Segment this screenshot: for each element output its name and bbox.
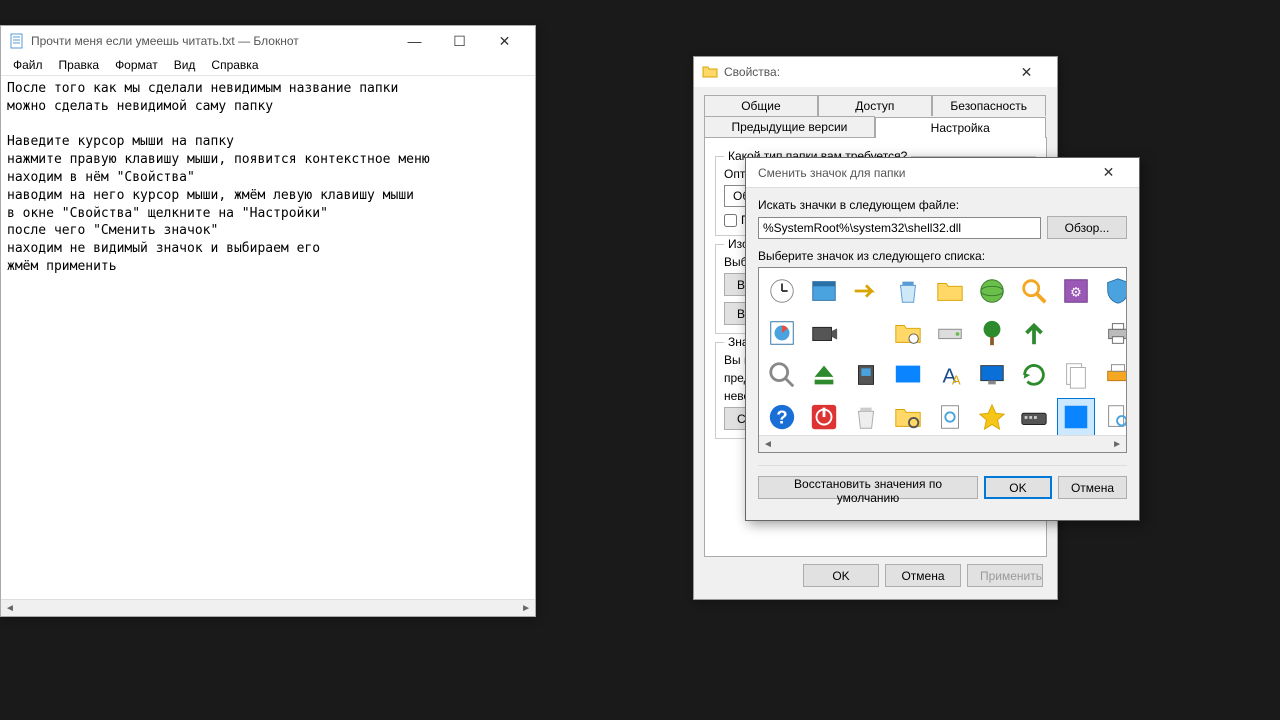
- notepad-editor[interactable]: После того как мы сделали невидимым назв…: [1, 76, 535, 596]
- icon-folder-config[interactable]: [889, 398, 927, 436]
- svg-text:?: ?: [776, 407, 787, 428]
- icon-keyboard[interactable]: [1015, 398, 1053, 436]
- path-row: Обзор...: [758, 216, 1127, 239]
- icon-folder-open[interactable]: [931, 272, 969, 310]
- icon-trash[interactable]: [847, 398, 885, 436]
- icon-printer[interactable]: [1099, 314, 1127, 352]
- icon-arrow-up[interactable]: [1015, 314, 1053, 352]
- icon-grid: ⚙ AA: [759, 268, 1126, 442]
- change-icon-dialog: Сменить значок для папки ✕ Искать значки…: [745, 157, 1140, 521]
- properties-button-row: OK Отмена Применить: [803, 564, 1043, 587]
- icon-settings-file[interactable]: [931, 398, 969, 436]
- notepad-window: Прочти меня если умеешь читать.txt — Бло…: [0, 25, 536, 617]
- icon-folder-share[interactable]: [889, 314, 927, 352]
- notepad-hscroll[interactable]: ◄►: [1, 599, 535, 616]
- tab-previous-versions[interactable]: Предыдущие версии: [704, 116, 875, 137]
- icon-print2[interactable]: [1099, 356, 1127, 394]
- icon-cancel-button[interactable]: Отмена: [1058, 476, 1127, 499]
- icon-chart[interactable]: [763, 314, 801, 352]
- icon-blank2[interactable]: [1057, 314, 1095, 352]
- menu-help[interactable]: Справка: [203, 56, 266, 75]
- svg-text:⚙: ⚙: [1070, 285, 1082, 300]
- icon-window[interactable]: [805, 272, 843, 310]
- folder-icon: [702, 64, 718, 80]
- icon-blank[interactable]: [847, 314, 885, 352]
- apply-subfolders-input[interactable]: [724, 214, 737, 227]
- icon-dialog-close-button[interactable]: ✕: [1086, 159, 1131, 187]
- menu-edit[interactable]: Правка: [51, 56, 108, 75]
- notepad-title: Прочти меня если умеешь читать.txt — Бло…: [31, 34, 392, 48]
- icon-refresh[interactable]: [1015, 356, 1053, 394]
- icon-list-hscroll[interactable]: ◄►: [759, 435, 1126, 452]
- icon-documents[interactable]: [1057, 356, 1095, 394]
- icon-magnifier[interactable]: [763, 356, 801, 394]
- close-button[interactable]: ✕: [482, 27, 527, 55]
- properties-apply-button[interactable]: Применить: [967, 564, 1043, 587]
- icon-desktop[interactable]: [889, 356, 927, 394]
- icon-star[interactable]: [973, 398, 1011, 436]
- tab-general[interactable]: Общие: [704, 95, 818, 116]
- icon-shutdown[interactable]: [805, 398, 843, 436]
- icon-recycle-bin[interactable]: [889, 272, 927, 310]
- icon-camera[interactable]: [805, 314, 843, 352]
- minimize-button[interactable]: —: [392, 27, 437, 55]
- properties-title: Свойства:: [724, 65, 1004, 79]
- svg-text:A: A: [952, 372, 961, 387]
- icon-font[interactable]: AA: [931, 356, 969, 394]
- properties-close-button[interactable]: ✕: [1004, 58, 1049, 86]
- icon-shield[interactable]: [1099, 272, 1127, 310]
- icon-selected-blue[interactable]: [1057, 398, 1095, 436]
- menu-view[interactable]: Вид: [166, 56, 204, 75]
- icon-eject[interactable]: [805, 356, 843, 394]
- menu-format[interactable]: Формат: [107, 56, 166, 75]
- icon-monitor[interactable]: [973, 356, 1011, 394]
- icon-search-doc[interactable]: [1099, 398, 1127, 436]
- icon-dialog-title: Сменить значок для папки: [754, 166, 1086, 180]
- icon-globe[interactable]: [973, 272, 1011, 310]
- tab-security[interactable]: Безопасность: [932, 95, 1046, 116]
- icon-program[interactable]: ⚙: [1057, 272, 1095, 310]
- notepad-titlebar[interactable]: Прочти меня если умеешь читать.txt — Бло…: [1, 26, 535, 56]
- restore-defaults-icon-button[interactable]: Восстановить значения по умолчанию: [758, 476, 978, 499]
- maximize-button[interactable]: ☐: [437, 27, 482, 55]
- icon-tree[interactable]: [973, 314, 1011, 352]
- browse-button[interactable]: Обзор...: [1047, 216, 1127, 239]
- icon-drive[interactable]: [931, 314, 969, 352]
- icon-device[interactable]: [847, 356, 885, 394]
- icon-ok-button[interactable]: OK: [984, 476, 1052, 499]
- properties-ok-button[interactable]: OK: [803, 564, 879, 587]
- icon-clock[interactable]: [763, 272, 801, 310]
- icon-dialog-titlebar[interactable]: Сменить значок для папки ✕: [746, 158, 1139, 188]
- properties-cancel-button[interactable]: Отмена: [885, 564, 961, 587]
- menu-file[interactable]: Файл: [5, 56, 51, 75]
- pick-icon-label: Выберите значок из следующего списка:: [758, 249, 1127, 263]
- search-file-label: Искать значки в следующем файле:: [758, 198, 1127, 212]
- icon-list: ⚙ AA: [758, 267, 1127, 453]
- icon-search[interactable]: [1015, 272, 1053, 310]
- properties-titlebar[interactable]: Свойства: ✕: [694, 57, 1057, 87]
- icon-help[interactable]: ?: [763, 398, 801, 436]
- icon-dialog-body: Искать значки в следующем файле: Обзор..…: [746, 188, 1139, 509]
- tab-access[interactable]: Доступ: [818, 95, 932, 116]
- icon-arrow-right[interactable]: [847, 272, 885, 310]
- notepad-icon: [9, 33, 25, 49]
- icon-dialog-buttons: Восстановить значения по умолчанию OK От…: [758, 465, 1127, 499]
- notepad-menubar: Файл Правка Формат Вид Справка: [1, 56, 535, 76]
- tab-customize[interactable]: Настройка: [875, 117, 1046, 138]
- icon-path-input[interactable]: [758, 217, 1041, 239]
- properties-tabs: Общие Доступ Безопасность Предыдущие вер…: [704, 95, 1047, 137]
